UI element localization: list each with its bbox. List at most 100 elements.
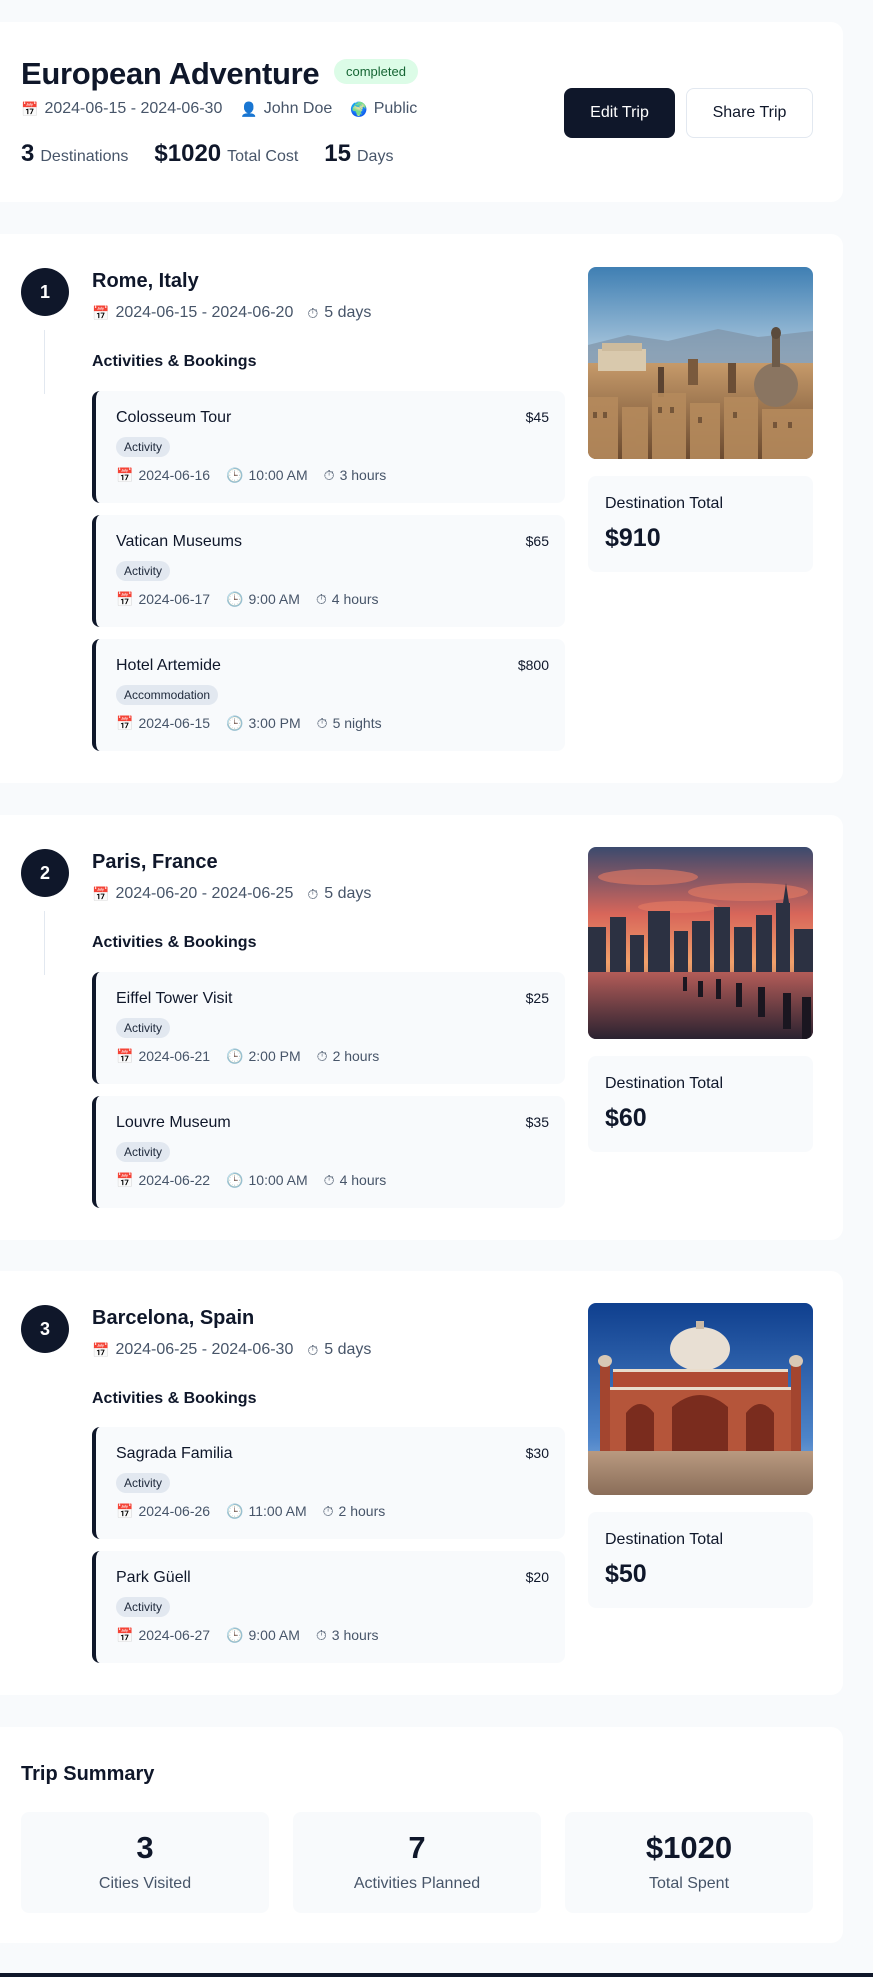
- timer-icon: ⏱: [315, 591, 327, 607]
- status-badge: completed: [334, 59, 418, 84]
- destination-total-label: Destination Total: [605, 1075, 723, 1092]
- activity-price: $25: [525, 990, 549, 1006]
- destination-name: Paris, France: [92, 851, 218, 873]
- summary-value: $1020: [645, 1830, 733, 1865]
- activity-card[interactable]: Eiffel Tower Visit $25 Activity 📅 2024-06…: [92, 972, 565, 1084]
- destination-dates-text: 2024-06-15 - 2024-06-20: [115, 304, 294, 321]
- activity-duration: ⏱ 2 hours: [317, 1048, 380, 1064]
- activity-date: 📅 2024-06-17: [116, 591, 210, 607]
- stat-label: Total Cost: [227, 148, 299, 165]
- clock-icon: 🕒: [226, 1048, 244, 1064]
- destination-name: Rome, Italy: [92, 270, 199, 292]
- activity-price: $20: [525, 1569, 549, 1585]
- activity-date-text: 2024-06-22: [138, 1172, 211, 1188]
- activity-date-text: 2024-06-27: [138, 1627, 211, 1643]
- destination-card-rome: 1 Rome, Italy 📅 2024-06-15 - 2024-06-20 ⏱…: [0, 234, 843, 783]
- activity-type-tag: Activity: [116, 1142, 171, 1162]
- activity-price: $45: [525, 409, 549, 425]
- activity-date-text: 2024-06-21: [138, 1048, 211, 1064]
- activity-type-tag: Activity: [116, 1018, 171, 1038]
- summary-label: Activities Planned: [353, 1875, 481, 1892]
- edit-trip-button[interactable]: Edit Trip: [564, 88, 675, 138]
- activity-date: 📅 2024-06-16: [116, 467, 210, 483]
- timer-icon: ⏱: [323, 1172, 335, 1188]
- activity-time: 🕒 10:00 AM: [226, 467, 308, 483]
- stat-value: 15: [324, 140, 351, 167]
- timer-icon: ⏱: [316, 715, 328, 731]
- destination-duration: ⏱ 5 days: [307, 885, 371, 903]
- destination-number: 2: [21, 849, 69, 897]
- destination-photo-paris: [588, 847, 813, 1039]
- summary-title: Trip Summary: [21, 1763, 155, 1785]
- summary-cities: 3 Cities Visited: [21, 1812, 269, 1913]
- activity-time-text: 3:00 PM: [248, 715, 301, 731]
- destination-duration-text: 5 days: [324, 304, 372, 321]
- destination-total-amount: $910: [605, 524, 661, 552]
- summary-label: Total Spent: [648, 1875, 730, 1892]
- activity-duration: ⏱ 3 hours: [316, 1627, 379, 1643]
- activity-card[interactable]: Sagrada Familia $30 Activity 📅 2024-06-26…: [92, 1427, 565, 1539]
- trip-title: European Adventure: [21, 56, 320, 91]
- destination-total: Destination Total $910: [588, 476, 813, 572]
- activity-duration: ⏱ 4 hours: [316, 591, 379, 607]
- trip-stats: 3 Destinations $1020 Total Cost 15 Days: [21, 140, 393, 168]
- timer-icon: ⏱: [315, 1627, 327, 1643]
- calendar-icon: 📅: [116, 1503, 134, 1519]
- activity-time: 🕒 9:00 AM: [226, 591, 300, 607]
- timer-icon: ⏱: [307, 1342, 319, 1358]
- destination-total-label: Destination Total: [605, 495, 723, 512]
- activity-name: Colosseum Tour: [116, 409, 232, 426]
- destination-meta: 📅 2024-06-15 - 2024-06-20 ⏱ 5 days: [92, 304, 371, 322]
- stat-destinations: 3 Destinations: [21, 140, 128, 168]
- activity-duration-text: 2 hours: [332, 1048, 380, 1064]
- activity-duration: ⏱ 4 hours: [324, 1172, 387, 1188]
- activity-name: Eiffel Tower Visit: [116, 990, 233, 1007]
- trip-owner-text: John Doe: [263, 100, 333, 117]
- activity-time-text: 10:00 AM: [248, 467, 308, 483]
- activity-duration-text: 5 nights: [332, 715, 382, 731]
- calendar-icon: 📅: [116, 591, 134, 607]
- activity-card[interactable]: Vatican Museums $65 Activity 📅 2024-06-17…: [92, 515, 565, 627]
- activity-duration-text: 4 hours: [339, 1172, 387, 1188]
- clock-icon: 🕒: [226, 715, 244, 731]
- activity-card[interactable]: Louvre Museum $35 Activity 📅 2024-06-22 🕒…: [92, 1096, 565, 1208]
- calendar-icon: 📅: [116, 1172, 134, 1188]
- share-trip-button[interactable]: Share Trip: [686, 88, 813, 138]
- activities-heading: Activities & Bookings: [92, 934, 257, 951]
- clock-icon: 🕒: [226, 1627, 244, 1643]
- activity-meta: 📅 2024-06-15 🕒 3:00 PM ⏱ 5 nights: [116, 715, 382, 731]
- activity-time-text: 2:00 PM: [248, 1048, 301, 1064]
- summary-value: 7: [408, 1830, 426, 1865]
- calendar-icon: 📅: [92, 1342, 110, 1358]
- activity-duration-text: 3 hours: [339, 467, 387, 483]
- activities-heading: Activities & Bookings: [92, 1390, 257, 1407]
- destination-total: Destination Total $60: [588, 1056, 813, 1152]
- timeline-line: [44, 330, 45, 394]
- destination-number: 3: [21, 1305, 69, 1353]
- timer-icon: ⏱: [316, 1048, 328, 1064]
- activities-heading: Activities & Bookings: [92, 353, 257, 370]
- activity-date: 📅 2024-06-22: [116, 1172, 210, 1188]
- calendar-icon: 📅: [116, 1627, 134, 1643]
- timer-icon: ⏱: [323, 467, 335, 483]
- timeline-line: [44, 911, 45, 975]
- activity-card[interactable]: Colosseum Tour $45 Activity 📅 2024-06-16 …: [92, 391, 565, 503]
- destination-total: Destination Total $50: [588, 1512, 813, 1608]
- stat-value: 3: [21, 140, 35, 167]
- activity-duration-text: 3 hours: [331, 1627, 379, 1643]
- destination-card-barcelona: 3 Barcelona, Spain 📅 2024-06-25 - 2024-06…: [0, 1271, 843, 1695]
- trip-visibility-text: Public: [373, 100, 418, 117]
- activity-card[interactable]: Park Güell $20 Activity 📅 2024-06-27 🕒 9:0…: [92, 1551, 565, 1663]
- activity-price: $800: [517, 657, 549, 673]
- activity-time-text: 11:00 AM: [248, 1503, 307, 1519]
- activity-meta: 📅 2024-06-16 🕒 10:00 AM ⏱ 3 hours: [116, 467, 386, 483]
- activity-duration: ⏱ 2 hours: [323, 1503, 386, 1519]
- activity-card[interactable]: Hotel Artemide $800 Accommodation 📅 2024-…: [92, 639, 565, 751]
- activity-meta: 📅 2024-06-17 🕒 9:00 AM ⏱ 4 hours: [116, 591, 379, 607]
- activity-time: 🕒 3:00 PM: [226, 715, 301, 731]
- calendar-icon: 📅: [116, 467, 134, 483]
- activity-price: $30: [525, 1445, 549, 1461]
- summary-total-spent: $1020 Total Spent: [565, 1812, 813, 1913]
- activity-time: 🕒 11:00 AM: [226, 1503, 307, 1519]
- activity-type-tag: Activity: [116, 561, 171, 581]
